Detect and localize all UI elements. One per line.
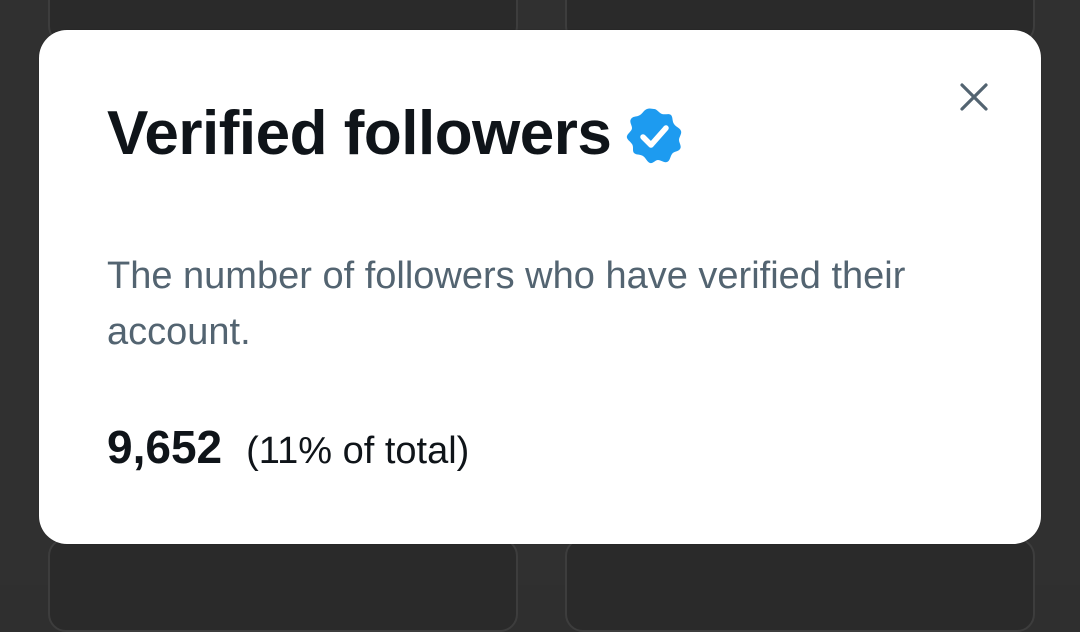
verified-followers-count: 9,652 <box>107 421 223 473</box>
dialog-title: Verified followers <box>107 99 612 168</box>
close-button[interactable] <box>953 76 995 118</box>
background-card <box>48 538 518 632</box>
close-icon <box>960 83 988 111</box>
dialog-description: The number of followers who have verifie… <box>107 255 906 353</box>
verified-followers-percent: (11% of total) <box>246 430 470 472</box>
stat-row: 9,652 (11% of total) <box>107 420 469 474</box>
verified-badge-icon <box>627 108 682 164</box>
verified-followers-dialog: Verified followers The number of followe… <box>39 30 1041 544</box>
dialog-header: Verified followers <box>107 96 683 172</box>
background-card <box>565 538 1035 632</box>
